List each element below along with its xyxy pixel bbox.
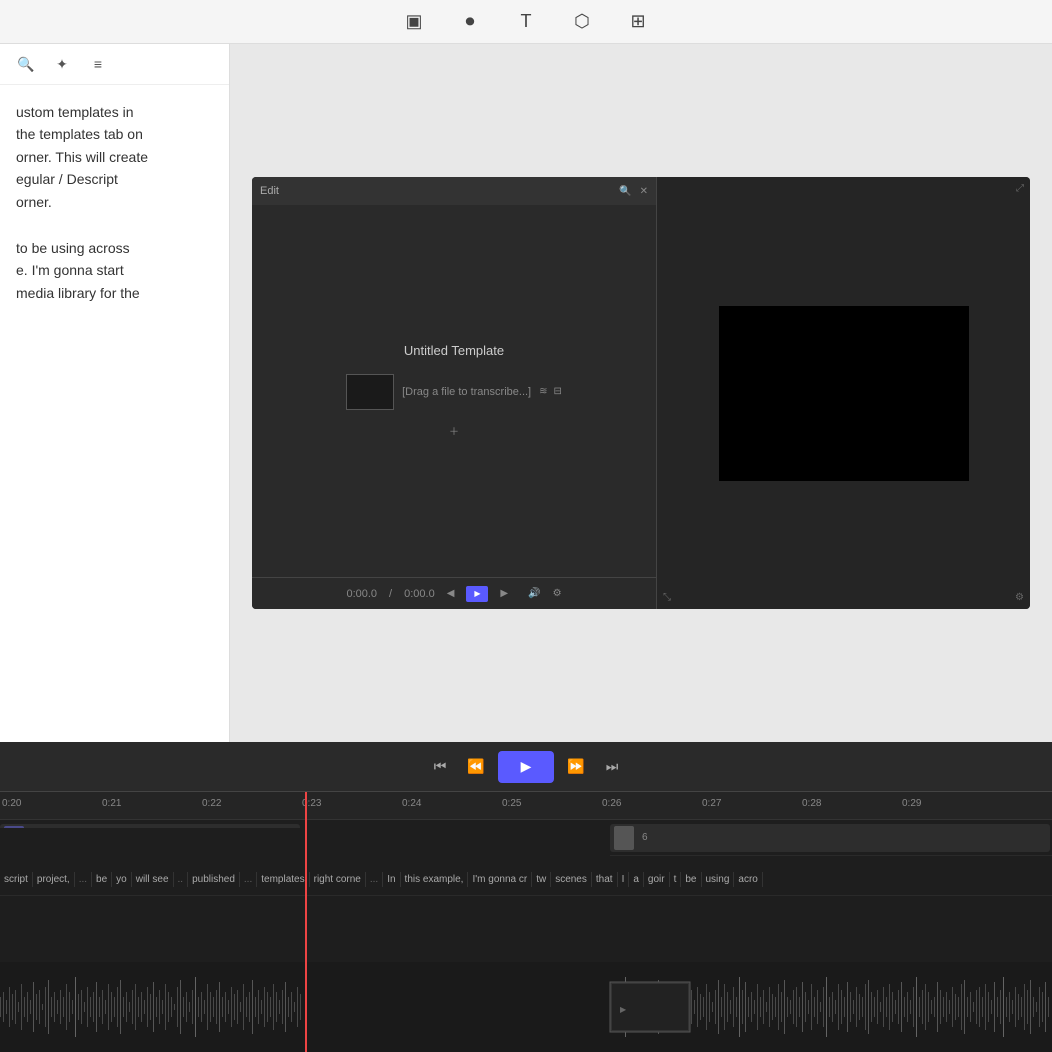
ruler-mark-028: 0:28 [802, 798, 821, 809]
transcript-track: script project, ... be yo will see .. pu… [0, 864, 1052, 896]
timeline-content: 0:20 0:21 0:22 0:23 0:24 0:25 0:26 0:27 … [0, 792, 1052, 1052]
word-this-example: this example, [401, 872, 469, 887]
ruler-mark-023: 0:23 [302, 798, 321, 809]
video-left-footer: 0:00.0 / 0:00.0 ◀ ▶ 🔊 ⚙ [252, 577, 656, 609]
text-icon[interactable]: T [514, 10, 538, 34]
drop-text: [Drag a file to transcribe...] [402, 386, 531, 398]
word-t: t [670, 872, 682, 887]
word-a: a [629, 872, 644, 887]
word-yo: yo [112, 872, 132, 887]
video-left-header: Edit 🔍 ✕ [252, 177, 656, 205]
word-using: using [702, 872, 735, 887]
word-ellipsis-3: ... [366, 872, 383, 887]
ruler-mark-021: 0:21 [102, 798, 121, 809]
edit-label: Edit [260, 185, 279, 197]
word-ellipsis-2: ... [240, 872, 257, 887]
ruler-marks: 0:20 0:21 0:22 0:23 0:24 0:25 0:26 0:27 … [0, 792, 1052, 819]
caption-icon: ⊟ [554, 386, 562, 397]
waveform-svg: ▶ [0, 962, 1052, 1052]
projects-icon[interactable]: ▣ [402, 10, 426, 34]
ruler-mark-024: 0:24 [402, 798, 421, 809]
drop-thumbnail [346, 374, 394, 410]
word-scenes: scenes [551, 872, 592, 887]
search-small-icon[interactable]: 🔍 [619, 186, 631, 197]
ruler-mark-027: 0:27 [702, 798, 721, 809]
expand-icon[interactable]: ⤢ [1016, 183, 1024, 194]
top-toolbar: ▣ ⏺ T ⬡ ⊞ [0, 0, 1052, 44]
playback-bar: ⏮ ⏪ ▶ ⏩ ⏭ [0, 742, 1052, 792]
word-script: script [0, 872, 33, 887]
fullscreen-icon[interactable]: ⤡ [663, 592, 671, 603]
time-end: 0:00.0 [404, 588, 435, 600]
word-templates: templates [257, 872, 309, 887]
word-tw: tw [532, 872, 551, 887]
skip-forward-button[interactable]: ⏭ [598, 753, 626, 781]
close-small-icon[interactable]: ✕ [640, 186, 648, 197]
prev-frame-icon[interactable]: ◀ [447, 588, 455, 599]
list-icon[interactable]: ≡ [88, 54, 108, 74]
play-small-button[interactable] [466, 586, 488, 602]
word-published: published [188, 872, 240, 887]
word-dotdot: .. [174, 872, 189, 887]
ruler-mark-025: 0:25 [502, 798, 521, 809]
skip-back-button[interactable]: ⏮ [426, 753, 454, 781]
video-left-panel: Edit 🔍 ✕ Untitled Template [Drag a file … [252, 177, 657, 609]
time-start: 0:00.0 [346, 588, 377, 600]
sidebar-toolbar: 🔍 ✦ ≡ [0, 44, 229, 85]
left-sidebar: 🔍 ✦ ≡ ustom templates in the templates t… [0, 44, 230, 742]
waveform-track: ▶ [0, 962, 1052, 1052]
ruler-mark-029: 0:29 [902, 798, 921, 809]
step-forward-button[interactable]: ⏩ [562, 753, 590, 781]
word-project: project, [33, 872, 75, 887]
word-gonna-cr: I'm gonna cr [468, 872, 532, 887]
step-back-button[interactable]: ⏪ [462, 753, 490, 781]
timeline-ruler: 0:20 0:21 0:22 0:23 0:24 0:25 0:26 0:27 … [0, 792, 1052, 820]
grid-icon[interactable]: ⊞ [626, 10, 650, 34]
sidebar-text: ustom templates in the templates tab on … [0, 85, 229, 344]
word-be2: be [681, 872, 701, 887]
playhead-cursor-icon: ▼ [300, 792, 312, 794]
template-title: Untitled Template [404, 343, 504, 358]
clip-6-label: 6 [638, 830, 652, 845]
settings-icon[interactable]: ⚙ [1015, 592, 1024, 603]
sidebar-paragraph-2: to be using across e. I'm gonna start me… [16, 237, 213, 304]
word-i: I [618, 872, 630, 887]
word-acro: acro [734, 872, 762, 887]
word-in: In [383, 872, 400, 887]
svg-text:▶: ▶ [620, 1005, 627, 1014]
ruler-mark-026: 0:26 [602, 798, 621, 809]
drop-area: [Drag a file to transcribe...] ≋ ⊟ [346, 374, 562, 410]
word-will-see: will see [132, 872, 174, 887]
play-button[interactable]: ▶ [498, 751, 554, 783]
settings-small-icon[interactable]: ⚙ [553, 588, 562, 599]
sidebar-paragraph-1: ustom templates in the templates tab on … [16, 101, 213, 213]
time-separator: / [389, 588, 392, 600]
ai-icon[interactable]: ✦ [52, 54, 72, 74]
video-right-panel: ⤢ ⤡ ⚙ [657, 177, 1030, 609]
main-content-area: Edit 🔍 ✕ Untitled Template [Drag a file … [230, 44, 1052, 742]
ruler-mark-022: 0:22 [202, 798, 221, 809]
next-frame-icon[interactable]: ▶ [500, 588, 508, 599]
word-right-corner: right corne [310, 872, 366, 887]
shapes-icon[interactable]: ⬡ [570, 10, 594, 34]
clip-block-6[interactable]: 6 [610, 824, 1050, 852]
clip-6-thumbnail [614, 826, 634, 850]
add-icon[interactable]: ＋ [449, 427, 459, 438]
word-be: be [92, 872, 112, 887]
video-window: Edit 🔍 ✕ Untitled Template [Drag a file … [252, 177, 1030, 609]
waveform-icon: ≋ [539, 386, 547, 397]
search-icon[interactable]: 🔍 [16, 54, 36, 74]
volume-icon[interactable]: 🔊 [528, 588, 540, 599]
ruler-mark-020: 0:20 [2, 798, 21, 809]
video-left-body: Untitled Template [Drag a file to transc… [252, 205, 656, 577]
record-icon[interactable]: ⏺ [458, 10, 482, 34]
video-display [719, 306, 969, 481]
timeline-area: ⏮ ⏪ ▶ ⏩ ⏭ 0:20 0:21 0:22 0:23 0:24 0:25 … [0, 742, 1052, 1052]
word-ellipsis-1: ... [75, 872, 92, 887]
word-that: that [592, 872, 618, 887]
word-goir: goir [644, 872, 670, 887]
